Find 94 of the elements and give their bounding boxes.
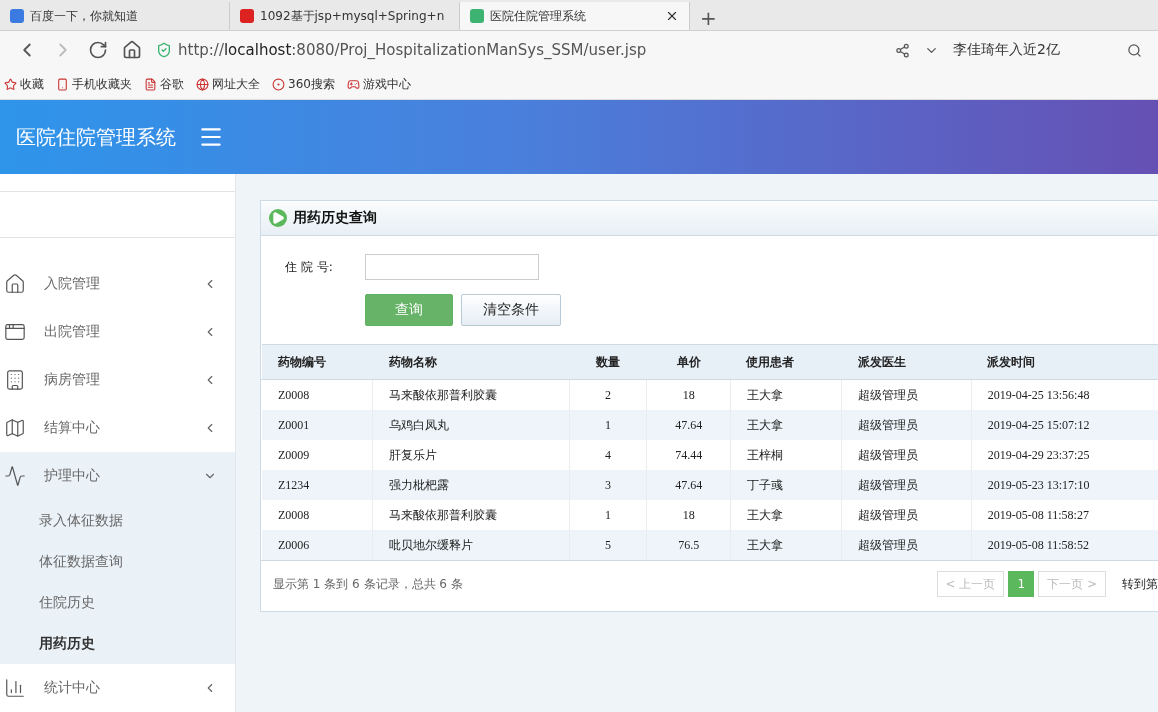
table-cell: Z0001 — [261, 410, 373, 440]
table-cell: 王梓桐 — [730, 440, 842, 470]
bookmark-link[interactable]: 收藏 — [4, 75, 44, 93]
table-cell: 2019-05-08 11:58:52 — [971, 530, 1158, 560]
table-cell: 乌鸡白凤丸 — [372, 410, 570, 440]
table-cell: 76.5 — [646, 530, 731, 560]
clear-button[interactable]: 清空条件 — [461, 294, 561, 326]
goto-label: 转到第 — [1122, 575, 1158, 593]
table-cell: 2019-04-29 23:37:25 — [971, 440, 1158, 470]
table-cell: 王大拿 — [730, 500, 842, 530]
panel-title: 用药历史查询 — [293, 209, 377, 227]
column-header: 药物名称 — [372, 344, 570, 380]
table-cell: 吡贝地尔缓释片 — [372, 530, 570, 560]
table-cell: 超级管理员 — [841, 410, 972, 440]
bookmark-link[interactable]: 谷歌 — [144, 75, 184, 93]
share-icon[interactable] — [895, 42, 910, 58]
browser-tab[interactable]: 医院住院管理系统 — [460, 2, 690, 30]
table-cell: 18 — [646, 379, 731, 410]
home-icon[interactable] — [122, 40, 142, 60]
table-cell: 丁子彧 — [730, 470, 842, 500]
play-icon — [269, 209, 287, 227]
table-cell: 4 — [569, 440, 647, 470]
table-cell: Z0008 — [261, 379, 373, 410]
close-icon[interactable] — [665, 9, 679, 23]
table-cell: 2019-04-25 15:07:12 — [971, 410, 1158, 440]
table-cell: 18 — [646, 500, 731, 530]
building-icon — [4, 369, 26, 391]
table-cell: 马来酸依那普利胶囊 — [372, 379, 570, 410]
refresh-icon[interactable] — [88, 40, 108, 60]
table-cell: 王大拿 — [730, 379, 842, 410]
sidebar-subitem[interactable]: 体征数据查询 — [0, 541, 235, 582]
table-cell: 肝复乐片 — [372, 440, 570, 470]
column-header: 派发医生 — [841, 344, 972, 380]
globe-icon — [196, 77, 209, 91]
table-cell: Z0009 — [261, 440, 373, 470]
table-cell: 超级管理员 — [841, 379, 972, 410]
table-cell: 超级管理员 — [841, 470, 972, 500]
page-icon — [144, 77, 157, 91]
table-cell: 2 — [569, 379, 647, 410]
table-cell: 3 — [569, 470, 647, 500]
bookmark-link[interactable]: 360搜索 — [272, 75, 335, 93]
table-cell: 强力枇杷露 — [372, 470, 570, 500]
table-cell: 47.64 — [646, 470, 731, 500]
windows-icon — [4, 321, 26, 343]
gamepad-icon — [346, 77, 360, 91]
table-cell: 2019-05-08 11:58:27 — [971, 500, 1158, 530]
address-field[interactable]: http://localhost:8080/Proj_HospitalizationManSys_SSM/user.jsp — [156, 41, 881, 59]
search-icon[interactable] — [1127, 42, 1142, 58]
table-cell: 2019-05-23 13:17:10 — [971, 470, 1158, 500]
table-cell: Z0008 — [261, 500, 373, 530]
sidebar-subitem[interactable]: 住院历史 — [0, 582, 235, 623]
column-header: 派发时间 — [971, 344, 1158, 380]
house-icon — [4, 273, 26, 295]
line-chart-icon — [4, 465, 26, 487]
field-label: 住 院 号: — [285, 258, 334, 276]
table-cell: Z0006 — [261, 530, 373, 560]
browser-tab[interactable]: 百度一下，你就知道 — [0, 2, 230, 30]
ring-icon — [272, 77, 285, 91]
table-cell: Z1234 — [261, 470, 373, 500]
table-cell: 47.64 — [646, 410, 731, 440]
bookmark-link[interactable]: 游戏中心 — [346, 75, 411, 93]
table-cell: 王大拿 — [730, 410, 842, 440]
sidebar-item[interactable]: 护理中心 — [0, 452, 235, 500]
favicon-icon — [10, 9, 24, 23]
new-tab-button[interactable]: + — [690, 6, 727, 30]
table-cell: 超级管理员 — [841, 500, 972, 530]
shield-icon — [156, 42, 172, 58]
table-cell: 王大拿 — [730, 530, 842, 560]
table-cell: 超级管理员 — [841, 530, 972, 560]
table-cell: 1 — [569, 500, 647, 530]
input-field[interactable] — [365, 254, 539, 280]
table-cell: 5 — [569, 530, 647, 560]
favicon-icon — [240, 9, 254, 23]
record-summary: 显示第 1 条到 6 条记录，总共 6 条 — [273, 575, 464, 593]
star-icon — [4, 77, 17, 91]
favicon-icon — [470, 9, 484, 23]
sidebar-subitem[interactable]: 用药历史 — [0, 623, 235, 664]
sidebar-subitem[interactable]: 录入体征数据 — [0, 500, 235, 541]
app-title: 医院住院管理系统 — [16, 123, 176, 151]
bar-chart-icon — [4, 677, 26, 699]
bookmark-link[interactable]: 手机收藏夹 — [56, 75, 132, 93]
table-cell: 超级管理员 — [841, 440, 972, 470]
column-header: 数量 — [569, 344, 647, 380]
table-cell: 1 — [569, 410, 647, 440]
map-icon — [4, 417, 26, 439]
phone-icon — [56, 77, 69, 91]
table-cell: 2019-04-25 13:56:48 — [971, 379, 1158, 410]
table-cell: 马来酸依那普利胶囊 — [372, 500, 570, 530]
column-header: 使用患者 — [730, 344, 842, 380]
search-field[interactable]: 李佳琦年入近2亿 — [953, 41, 1113, 59]
bookmark-link[interactable]: 网址大全 — [196, 75, 260, 93]
column-header: 药物编号 — [261, 344, 373, 380]
table-cell: 74.44 — [646, 440, 731, 470]
column-header: 单价 — [646, 344, 731, 380]
